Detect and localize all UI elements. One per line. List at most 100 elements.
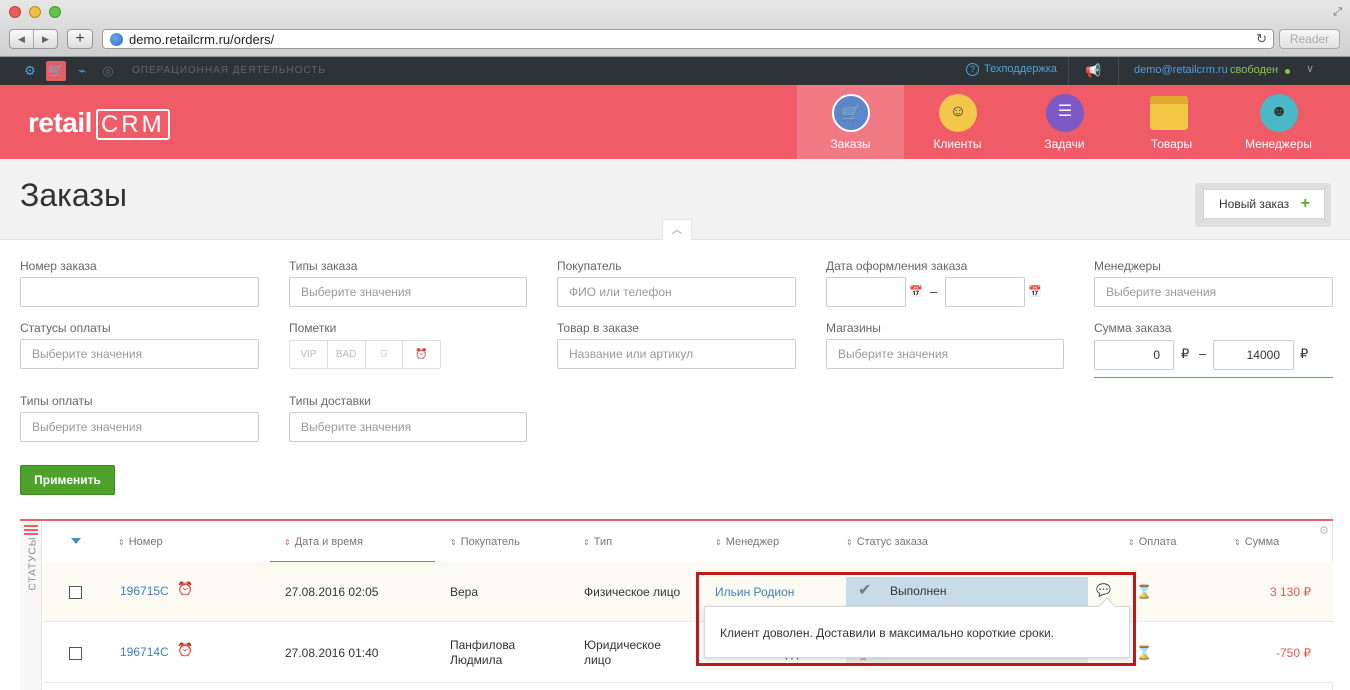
tasks-avatar-icon: ☰ xyxy=(1046,94,1084,132)
settings-icon[interactable]: ⚙ xyxy=(20,61,40,81)
mark-alarm-toggle[interactable]: ⏰ xyxy=(403,341,440,368)
date-to-input[interactable] xyxy=(945,277,1025,307)
back-button[interactable]: ◀ xyxy=(10,30,34,48)
clients-avatar-icon: ☺ xyxy=(939,94,977,132)
column-type[interactable]: ⇕ Тип xyxy=(583,536,612,548)
currency-symbol: ₽ xyxy=(1181,346,1190,361)
calendar-icon[interactable]: 📅 xyxy=(1028,285,1042,298)
target-icon[interactable]: ◎ xyxy=(98,61,118,81)
marks-toggle-group: VIP BAD ⍈ ⏰ xyxy=(289,340,441,369)
orders-avatar-icon: 🛒 xyxy=(832,94,870,132)
collapse-filters-button[interactable]: ︿ xyxy=(662,219,692,240)
order-types-select[interactable]: Выберите значения xyxy=(289,277,527,307)
gear-icon[interactable]: ⚙ xyxy=(1319,524,1329,537)
megaphone-icon[interactable]: 📢 xyxy=(1085,63,1101,79)
column-customer[interactable]: ⇕ Покупатель xyxy=(450,536,520,548)
column-label: Номер xyxy=(128,536,163,548)
logo-text: retail xyxy=(28,107,92,138)
nav-tab-managers[interactable]: ☻ Менеджеры xyxy=(1225,85,1332,159)
nav-tab-clients[interactable]: ☺ Клиенты xyxy=(904,85,1011,159)
order-datetime: 27.08.2016 02:05 xyxy=(285,585,379,599)
topbar-divider xyxy=(1118,57,1119,85)
reload-icon[interactable]: ↻ xyxy=(1256,31,1267,47)
column-label: Дата и время xyxy=(294,536,363,548)
cart-icon: 🛒 xyxy=(841,105,861,122)
delivery-types-select[interactable]: Выберите значения xyxy=(289,412,527,442)
payment-status-select[interactable]: Выберите значения xyxy=(20,339,259,369)
order-customer[interactable]: Вера xyxy=(450,585,478,599)
support-link[interactable]: ? Техподдержка xyxy=(966,63,1057,76)
column-datetime[interactable]: ⇕ Дата и время xyxy=(284,536,363,548)
select-all-dropdown[interactable] xyxy=(71,538,81,544)
maximize-window-button[interactable] xyxy=(49,6,61,18)
sort-icon: ⇕ xyxy=(118,538,125,547)
user-status[interactable]: свободен xyxy=(1230,64,1278,76)
reader-button[interactable]: Reader xyxy=(1279,29,1340,49)
payment-types-select[interactable]: Выберите значения xyxy=(20,412,259,442)
globe-icon xyxy=(110,33,123,46)
order-sum: -750 ₽ xyxy=(1276,646,1311,660)
fullscreen-icon[interactable]: ⤢ xyxy=(1333,6,1342,19)
chevron-down-icon[interactable]: ∨ xyxy=(1306,62,1314,75)
row-checkbox[interactable] xyxy=(69,586,82,599)
nav-tab-orders[interactable]: 🛒 Заказы xyxy=(797,85,904,159)
product-input[interactable]: Название или артикул xyxy=(557,339,796,369)
column-payment[interactable]: ⇕ Оплата xyxy=(1128,536,1177,548)
alarm-icon: ⏰ xyxy=(177,642,194,657)
date-label: Дата оформления заказа xyxy=(826,259,968,273)
user-email[interactable]: demo@retailcrm.ru xyxy=(1134,64,1228,76)
delivery-types-label: Типы доставки xyxy=(289,394,372,408)
mark-expired-toggle[interactable]: ⍈ xyxy=(366,341,404,368)
support-label: Техподдержка xyxy=(984,63,1057,75)
browser-window: ⤢ ◀ ▶ + demo.retailcrm.ru/orders/ ↻ Read… xyxy=(0,0,1350,690)
statuses-label[interactable]: СТАТУСЫ xyxy=(28,536,39,590)
column-label: Тип xyxy=(593,536,613,548)
nav-tab-label: Менеджеры xyxy=(1245,137,1312,151)
sum-label: Сумма заказа xyxy=(1094,321,1172,335)
nav-tab-tasks[interactable]: ☰ Задачи xyxy=(1011,85,1118,159)
order-customer-line1[interactable]: Панфилова xyxy=(450,638,515,652)
column-number[interactable]: ⇕ Номер xyxy=(118,536,163,548)
managers-select[interactable]: Выберите значения xyxy=(1094,277,1333,307)
order-number-link[interactable]: 196715C xyxy=(120,584,169,598)
minimize-window-button[interactable] xyxy=(29,6,41,18)
analytics-icon[interactable]: ⌁ xyxy=(72,61,92,81)
sum-to-input[interactable]: 14000 xyxy=(1213,340,1294,370)
shops-select[interactable]: Выберите значения xyxy=(826,339,1064,369)
payment-status-label: Статусы оплаты xyxy=(20,321,111,335)
order-number-link[interactable]: 196714C xyxy=(120,645,169,659)
sort-icon: ⇕ xyxy=(1234,538,1241,547)
topbar-divider xyxy=(1068,57,1069,85)
date-from-input[interactable] xyxy=(826,277,906,307)
shops-label: Магазины xyxy=(826,321,881,335)
mark-bad-toggle[interactable]: BAD xyxy=(328,341,366,368)
sum-from-input[interactable]: 0 xyxy=(1094,340,1174,370)
url-text[interactable]: demo.retailcrm.ru/orders/ xyxy=(129,32,274,47)
history-nav: ◀ ▶ xyxy=(9,29,58,49)
row-checkbox[interactable] xyxy=(69,647,82,660)
currency-symbol: ₽ xyxy=(1300,346,1309,361)
column-status[interactable]: ⇕ Статус заказа xyxy=(846,536,928,548)
person-icon: ☻ xyxy=(1270,103,1288,120)
logo[interactable]: retail CRM xyxy=(28,107,170,140)
apply-button[interactable]: Применить xyxy=(20,465,115,495)
nav-tab-label: Клиенты xyxy=(933,137,982,151)
nav-tab-goods[interactable]: Товары xyxy=(1118,85,1225,159)
column-label: Покупатель xyxy=(460,536,520,548)
customer-input[interactable]: ФИО или телефон xyxy=(557,277,796,307)
close-window-button[interactable] xyxy=(9,6,21,18)
order-number-input[interactable] xyxy=(20,277,259,307)
menu-icon[interactable] xyxy=(24,525,38,535)
cart-icon[interactable]: 🛒 xyxy=(46,61,66,81)
mark-vip-toggle[interactable]: VIP xyxy=(290,341,328,368)
plus-icon: + xyxy=(1300,195,1310,212)
order-customer-line2[interactable]: Людмила xyxy=(450,653,502,667)
order-type-line1: Юридическое xyxy=(584,638,661,652)
new-tab-button[interactable]: + xyxy=(67,29,93,49)
calendar-icon[interactable]: 📅 xyxy=(909,285,923,298)
column-manager[interactable]: ⇕ Менеджер xyxy=(715,536,779,548)
forward-button[interactable]: ▶ xyxy=(34,30,57,48)
new-order-button[interactable]: Новый заказ + xyxy=(1203,189,1325,219)
column-sum[interactable]: ⇕ Сумма xyxy=(1234,536,1279,548)
address-bar[interactable]: demo.retailcrm.ru/orders/ ↻ xyxy=(102,29,1274,49)
